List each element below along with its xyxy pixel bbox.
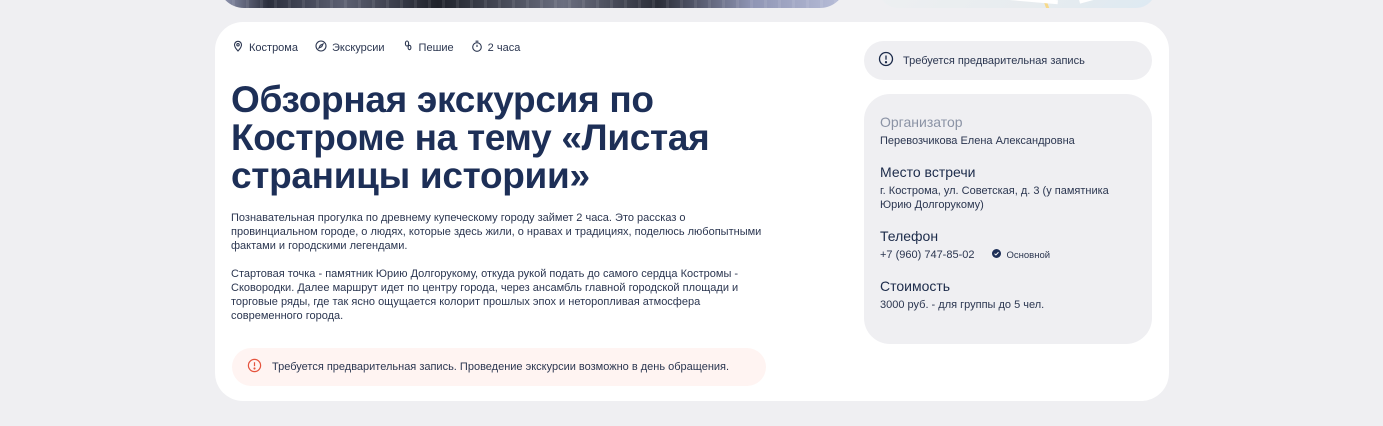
phone-label: Телефон <box>880 228 939 244</box>
booking-notice: Требуется предварительная запись. Провед… <box>232 348 766 386</box>
meeting-label: Место встречи <box>880 164 976 180</box>
check-badge-icon <box>992 249 1002 261</box>
meta-duration-label: 2 часа <box>487 41 521 54</box>
tour-description: Познавательная прогулка по древнему купе… <box>231 211 771 337</box>
phone-number[interactable]: +7 (960) 747-85-02 <box>880 248 974 262</box>
tour-info-panel: Организатор Перевозчикова Елена Александ… <box>864 94 1152 344</box>
stopwatch-icon <box>471 40 483 55</box>
organizer-name[interactable]: Перевозчикова Елена Александровна <box>880 134 1136 148</box>
description-paragraph: Познавательная прогулка по древнему купе… <box>231 212 762 252</box>
tour-meta: Кострома Экскурсии Пешие 2 часа <box>232 40 520 55</box>
price-block: Стоимость 3000 руб. - для группы до 5 че… <box>880 278 1136 312</box>
meta-city[interactable]: Кострома <box>232 40 298 55</box>
walking-icon <box>402 40 414 55</box>
price-value: 3000 руб. - для группы до 5 чел. <box>880 299 1045 311</box>
warning-icon <box>247 358 262 376</box>
meta-duration: 2 часа <box>471 40 521 55</box>
sidebar-notice-text: Требуется предварительная запись <box>903 54 1085 67</box>
map-preview[interactable] <box>878 0 1156 8</box>
compass-icon <box>315 40 327 55</box>
meta-city-label: Кострома <box>249 41 298 54</box>
meta-category[interactable]: Экскурсии <box>315 40 385 55</box>
location-pin-icon <box>232 40 244 55</box>
tour-title: Обзорная экскурсия по Костроме на тему «… <box>231 79 710 196</box>
description-paragraph: Стартовая точка - памятник Юрию Долгорук… <box>231 268 739 322</box>
warning-icon <box>878 51 894 70</box>
sidebar-booking-notice: Требуется предварительная запись <box>864 41 1152 80</box>
tour-card: Кострома Экскурсии Пешие 2 часа Обзорная… <box>215 22 1169 401</box>
meta-category-label: Экскурсии <box>331 41 385 54</box>
organizer-label: Организатор <box>880 114 963 130</box>
meta-mode-label: Пешие <box>418 41 454 54</box>
phone-primary-badge: Основной <box>992 249 1050 261</box>
meeting-block: Место встречи г. Кострома, ул. Советская… <box>880 164 1136 212</box>
organizer-block: Организатор Перевозчикова Елена Александ… <box>880 114 1136 148</box>
phone-block: Телефон +7 (960) 747-85-02 Основной <box>880 228 1136 262</box>
meta-mode[interactable]: Пешие <box>402 40 454 55</box>
booking-notice-text: Требуется предварительная запись. Провед… <box>272 361 730 373</box>
price-label: Стоимость <box>880 278 951 294</box>
phone-badge-text: Основной <box>1006 249 1051 261</box>
meeting-address: г. Кострома, ул. Советская, д. 3 (у памя… <box>880 185 1109 211</box>
tour-photo <box>218 0 846 8</box>
